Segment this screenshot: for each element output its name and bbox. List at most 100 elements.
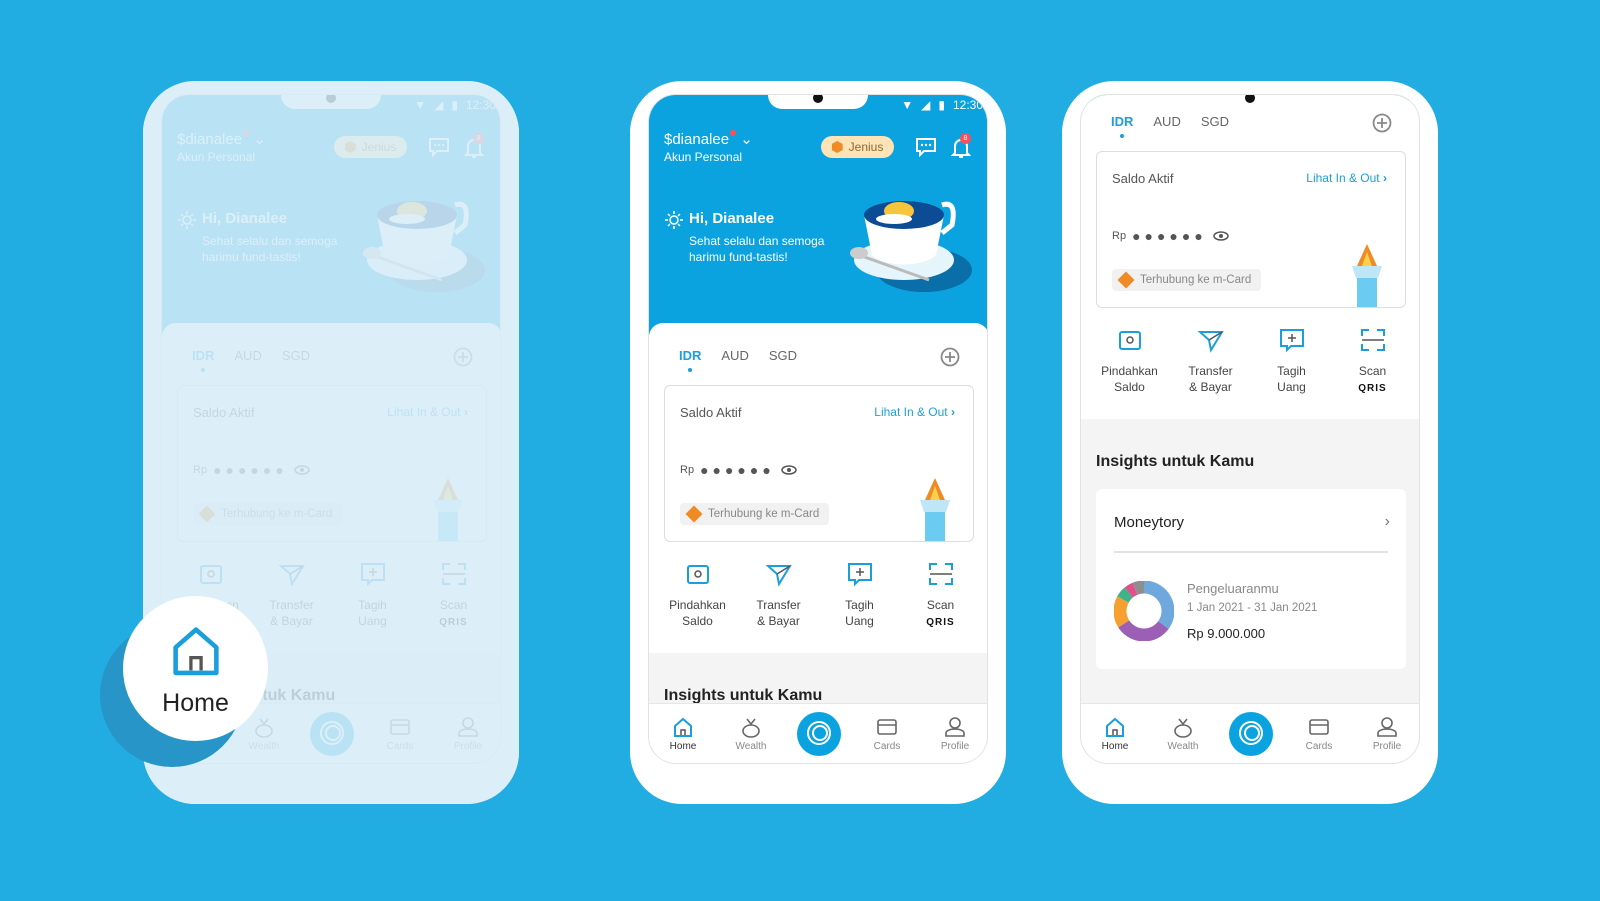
action-label: Uang (1277, 380, 1306, 394)
add-currency-icon[interactable] (1372, 113, 1392, 133)
mcard-icon (1117, 271, 1135, 289)
nav-label: Profile (1372, 741, 1402, 752)
scan-icon (928, 563, 953, 585)
status-bar: ▼ ◢ ▮ 12:30 (901, 98, 983, 112)
moneytory-card[interactable]: Moneytory › Pengeluaranmu 1 Jan 2021 - 3… (1096, 489, 1406, 669)
scroll-content[interactable]: ▼ ◢ ▮ 12:30 $dianalee ⌄ Akun Personal Je… (649, 95, 987, 763)
currency-label: Rp (680, 464, 695, 476)
eye-icon[interactable] (781, 465, 797, 475)
spending-donut-chart (1114, 581, 1174, 641)
chevron-down-icon: ⌄ (740, 131, 753, 148)
header: ▼ ◢ ▮ 12:30 $dianalee ⌄ Akun Personal Je… (649, 95, 987, 335)
nav-cards[interactable]: Cards (1285, 704, 1353, 763)
currency-label: Rp (1112, 230, 1127, 242)
battery-icon: ▮ (938, 98, 945, 112)
eye-icon[interactable] (1213, 231, 1229, 241)
action-tagih-uang[interactable]: Tagih Uang (819, 561, 900, 631)
nav-profile[interactable]: Profile (1353, 704, 1419, 763)
signal-icon: ◢ (921, 98, 931, 112)
action-label: Scan (926, 598, 955, 612)
action-label: Uang (845, 614, 874, 628)
nav-label: Home (1101, 741, 1129, 752)
hexagon-icon (831, 141, 843, 153)
in-out-link[interactable]: Lihat In & Out › (874, 405, 955, 419)
mcard-link-badge: Terhubung ke m-Card (680, 503, 830, 525)
action-tagih-uang[interactable]: Tagih Uang (1251, 327, 1332, 397)
torch-illustration (920, 478, 950, 541)
action-scan-qris[interactable]: Scan QRIS (900, 561, 981, 631)
action-label: Tagih (845, 598, 874, 612)
mcard-label: Terhubung ke m-Card (708, 508, 820, 520)
scroll-content[interactable]: ▼ ◢ ▮ 12:30 $dianalee ⌄ Akun Personal Je… (1081, 95, 1419, 763)
nav-center[interactable] (785, 704, 853, 763)
phone-right-scrolled: ▼ ◢ ▮ 12:30 $dianalee ⌄ Akun Personal Je… (1062, 81, 1438, 804)
clock: 12:30 (952, 98, 983, 112)
camera-notch (768, 95, 868, 109)
donut-segment-3 (1117, 587, 1134, 603)
money-bag-icon (742, 718, 760, 738)
nav-label: Wealth (735, 741, 767, 752)
paper-plane-icon (1197, 331, 1224, 353)
highlight-label: Home (162, 689, 229, 717)
tab-idr[interactable]: IDR (1111, 114, 1133, 138)
qris-logo: QRIS (1358, 383, 1387, 394)
action-scan-qris[interactable]: Scan QRIS (1332, 327, 1413, 397)
account-switcher[interactable]: $dianalee ⌄ (664, 130, 753, 148)
moneytory-title: Moneytory (1114, 514, 1185, 531)
card-icon (1309, 719, 1329, 735)
nav-label: Cards (1305, 741, 1333, 752)
mcard-label: Terhubung ke m-Card (1140, 274, 1252, 286)
add-currency-icon[interactable] (940, 347, 960, 367)
action-label: Transfer (756, 598, 801, 612)
chat-icon[interactable] (915, 137, 937, 157)
tab-aud[interactable]: AUD (1153, 114, 1180, 129)
nav-home[interactable]: Home (649, 704, 717, 763)
profile-icon (1377, 717, 1397, 737)
masked-balance: ●●●●●● (1132, 228, 1207, 244)
currency-tabs: IDR AUD SGD (679, 348, 797, 372)
in-out-label: Lihat In & Out (1306, 171, 1380, 185)
action-pindahkan-saldo[interactable]: Pindahkan Saldo (1089, 327, 1170, 397)
action-label: Pindahkan (669, 598, 726, 612)
nav-cards[interactable]: Cards (853, 704, 921, 763)
nav-wealth[interactable]: Wealth (717, 704, 785, 763)
bottom-nav: Home Wealth Cards Profile (649, 703, 987, 763)
spending-period: 1 Jan 2021 - 31 Jan 2021 (1187, 602, 1318, 614)
balance-card: Saldo Aktif Lihat In & Out › Rp ●●●●●● Te… (664, 385, 974, 542)
greeting-message: Sehat selalu dan semoga harimu fund-tast… (689, 234, 825, 264)
nav-profile[interactable]: Profile (921, 704, 987, 763)
donut-segment-2 (1114, 596, 1130, 628)
home-highlight-bubble: Home (123, 596, 268, 741)
tier-badge[interactable]: Jenius (821, 136, 894, 158)
action-label: Tagih (1277, 364, 1306, 378)
balance-card: Saldo Aktif Lihat In & Out › Rp ●●●●●● Te… (1096, 151, 1406, 308)
nav-wealth[interactable]: Wealth (1149, 704, 1217, 763)
in-out-label: Lihat In & Out (874, 405, 948, 419)
action-label: Saldo (1114, 380, 1145, 394)
action-label: & Bayar (1189, 380, 1232, 394)
notifications-button[interactable]: 8 (950, 133, 972, 164)
action-transfer-bayar[interactable]: Transfer & Bayar (738, 561, 819, 631)
action-pindahkan-saldo[interactable]: Pindahkan Saldo (657, 561, 738, 631)
tab-aud[interactable]: AUD (721, 348, 748, 363)
nav-home[interactable]: Home (1081, 704, 1149, 763)
move-balance-icon (686, 565, 709, 584)
in-out-link[interactable]: Lihat In & Out › (1306, 171, 1387, 185)
move-balance-icon (1118, 331, 1141, 350)
unread-dot (730, 130, 737, 136)
nav-label: Cards (873, 741, 901, 752)
nav-center[interactable] (1217, 704, 1285, 763)
action-label: & Bayar (757, 614, 800, 628)
request-money-icon (1279, 329, 1304, 353)
jenius-logo-icon (807, 720, 831, 745)
chevron-right-icon: › (951, 405, 955, 419)
torch-illustration (1352, 244, 1382, 307)
tab-sgd[interactable]: SGD (769, 348, 797, 363)
tab-sgd[interactable]: SGD (1201, 114, 1229, 129)
camera-notch (1200, 95, 1300, 109)
action-transfer-bayar[interactable]: Transfer & Bayar (1170, 327, 1251, 397)
money-bag-icon (1174, 718, 1192, 738)
quick-actions: Pindahkan Saldo Transfer & Bayar Tagih Uang… (1089, 327, 1413, 397)
tab-idr[interactable]: IDR (679, 348, 701, 372)
currency-tabs: IDR AUD SGD (1111, 114, 1229, 138)
